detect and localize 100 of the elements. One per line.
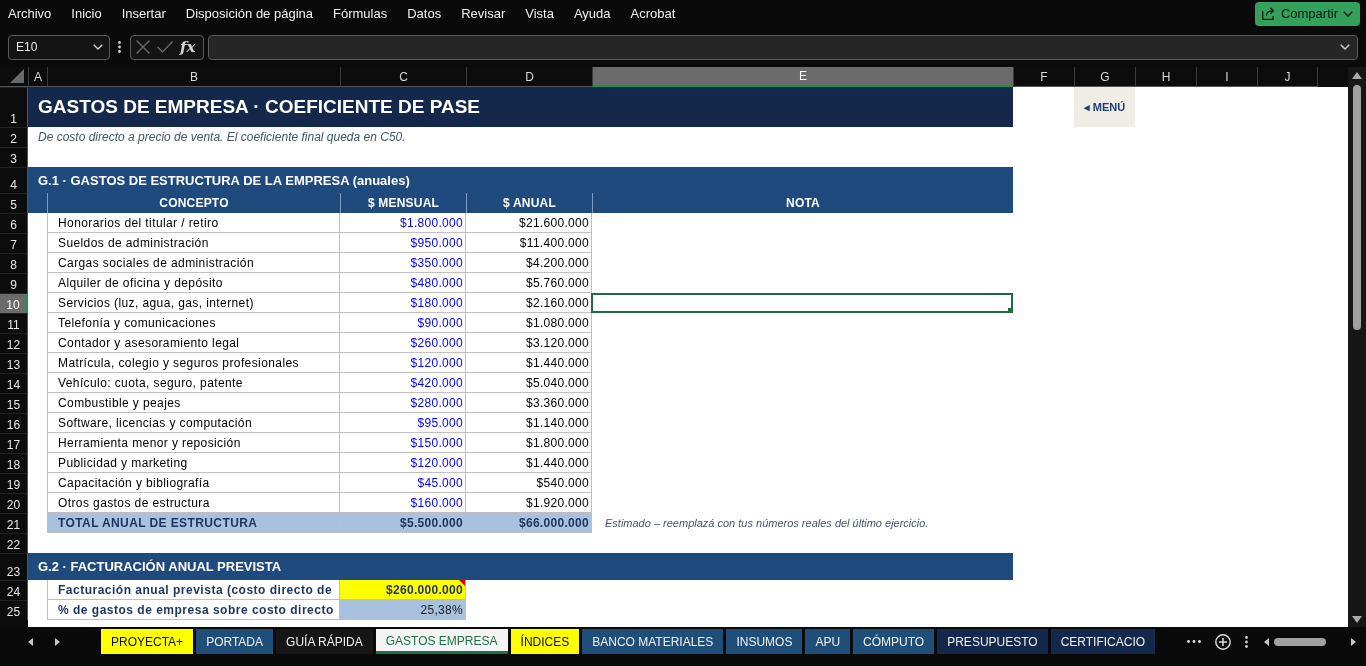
column-header[interactable]: D	[466, 67, 592, 87]
menu-tab[interactable]: Insertar	[121, 5, 166, 22]
row-header[interactable]: 2	[0, 127, 28, 147]
row-header[interactable]: 15	[0, 393, 28, 413]
sheet-tab[interactable]: GASTOS EMPRESA	[375, 629, 508, 654]
row-header[interactable]: 10	[0, 293, 28, 313]
chevron-down-icon	[93, 44, 103, 50]
name-box[interactable]: E10	[8, 34, 110, 60]
column-header[interactable]: G	[1074, 67, 1135, 87]
table-cell: $1.920.000	[466, 493, 592, 513]
row-header[interactable]: 16	[0, 413, 28, 433]
row-header[interactable]: 11	[0, 313, 28, 333]
sheet-tab[interactable]: GUÍA RÁPIDA	[276, 629, 373, 654]
sheet-tab[interactable]: PROYECTA+	[101, 629, 194, 654]
row-header[interactable]: 6	[0, 213, 28, 233]
column-header[interactable]: E	[592, 67, 1013, 87]
table-heading: NOTA	[592, 193, 1013, 213]
row-header[interactable]: 24	[0, 580, 28, 600]
table-cell: Herramienta menor y reposición	[47, 433, 340, 453]
scroll-down-icon[interactable]	[1352, 616, 1362, 623]
row-header[interactable]: 9	[0, 273, 28, 293]
row-header[interactable]: 14	[0, 373, 28, 393]
table-cell: Vehículo: cuota, seguro, patente	[47, 373, 340, 393]
sheet-tab[interactable]: CERTIFICACIO	[1050, 629, 1156, 654]
sheet-tab[interactable]: ÍNDICES	[510, 629, 580, 654]
table-cell: $350.000	[340, 253, 466, 273]
more-icon[interactable]	[118, 41, 121, 53]
menu-tab[interactable]: Datos	[407, 5, 442, 22]
menu-tab[interactable]: Vista	[525, 5, 554, 22]
row-header[interactable]: 17	[0, 433, 28, 453]
column-header[interactable]: H	[1135, 67, 1196, 87]
table-cell: Otros gastos de estructura	[47, 493, 340, 513]
column-header[interactable]: F	[1013, 67, 1074, 87]
row-header[interactable]: 12	[0, 333, 28, 353]
chevron-down-icon[interactable]	[1340, 44, 1350, 50]
fill-handle[interactable]	[1008, 308, 1013, 313]
selected-cell[interactable]	[591, 293, 1013, 313]
ellipsis-icon[interactable]	[1187, 640, 1201, 643]
row-header[interactable]: 20	[0, 493, 28, 513]
table-cell: $1.800.000	[340, 213, 466, 233]
check-icon[interactable]	[157, 41, 173, 53]
sheet-tab[interactable]: APU	[805, 629, 851, 654]
menu-tab[interactable]: Fórmulas	[333, 5, 388, 22]
column-header[interactable]: B	[47, 67, 340, 87]
row-header[interactable]: 1	[0, 87, 28, 127]
add-sheet-icon[interactable]	[1215, 633, 1231, 650]
scroll-left-icon[interactable]	[28, 637, 33, 646]
menu-tab[interactable]: Inicio	[71, 5, 102, 22]
menu-tab[interactable]: Disposición de página	[185, 5, 313, 22]
row-header[interactable]: 25	[0, 600, 28, 620]
row-header[interactable]: 19	[0, 473, 28, 493]
table-cell: $260.000	[340, 333, 466, 353]
table-cell: $90.000	[340, 313, 466, 333]
scroll-right-icon[interactable]	[55, 637, 60, 646]
share-button[interactable]: Compartir	[1254, 1, 1360, 26]
row-header[interactable]: 7	[0, 233, 28, 253]
menu-tab[interactable]: Revisar	[461, 5, 506, 22]
table-cell: Publicidad y marketing	[47, 453, 340, 473]
sheet-tab[interactable]: BANCO MATERIALES	[582, 629, 724, 654]
column-header[interactable]: A	[28, 67, 47, 87]
table-cell: $1.080.000	[466, 313, 592, 333]
cancel-icon[interactable]	[136, 40, 150, 54]
row-header[interactable]: 13	[0, 353, 28, 373]
row-label: Facturación anual prevista (costo directo de	[47, 580, 340, 600]
row-header[interactable]: 18	[0, 453, 28, 473]
menu-tab[interactable]: Archivo	[8, 5, 52, 22]
column-header[interactable]: I	[1196, 67, 1257, 87]
select-all-icon[interactable]	[10, 69, 24, 83]
scroll-left-icon[interactable]	[1264, 637, 1269, 646]
row-header[interactable]: 22	[0, 533, 28, 553]
sheet-tab[interactable]: PORTADA	[196, 629, 274, 654]
menu-tab[interactable]: Acrobat	[630, 5, 676, 22]
row-header[interactable]: 3	[0, 147, 28, 167]
column-header[interactable]: J	[1257, 67, 1318, 87]
scrollbar-thumb[interactable]	[1353, 85, 1361, 330]
menu-tab[interactable]: Ayuda	[573, 5, 611, 22]
column-header[interactable]: C	[340, 67, 466, 87]
scroll-up-icon[interactable]	[1352, 72, 1362, 79]
vertical-scrollbar[interactable]	[1348, 67, 1366, 627]
table-cell: $120.000	[340, 353, 466, 373]
menu-link[interactable]: ◂ MENÚ	[1074, 87, 1135, 127]
formula-input[interactable]	[208, 34, 1358, 60]
total-amount: $66.000.000	[466, 513, 592, 533]
scroll-right-icon[interactable]	[1351, 637, 1356, 646]
sheet-tab[interactable]: CÓMPUTO	[853, 629, 935, 654]
input-cell: $260.000.000	[340, 580, 466, 600]
more-icon[interactable]	[1245, 635, 1248, 648]
row-header[interactable]: 21	[0, 513, 28, 533]
sheet-title: GASTOS DE EMPRESA · COEFICIENTE DE PASE	[38, 96, 480, 118]
table-cell: $5.040.000	[466, 373, 592, 393]
table-cell: $480.000	[340, 273, 466, 293]
insert-function-button[interactable]: fx	[180, 39, 196, 55]
scrollbar-thumb[interactable]	[1274, 637, 1326, 646]
row-header[interactable]: 23	[0, 553, 28, 580]
row-header[interactable]: 4	[0, 167, 28, 193]
table-cell: $180.000	[340, 293, 466, 313]
sheet-tab[interactable]: INSUMOS	[726, 629, 803, 654]
row-header[interactable]: 5	[0, 193, 28, 213]
row-header[interactable]: 8	[0, 253, 28, 273]
sheet-tab[interactable]: PRESUPUESTO	[937, 629, 1048, 654]
